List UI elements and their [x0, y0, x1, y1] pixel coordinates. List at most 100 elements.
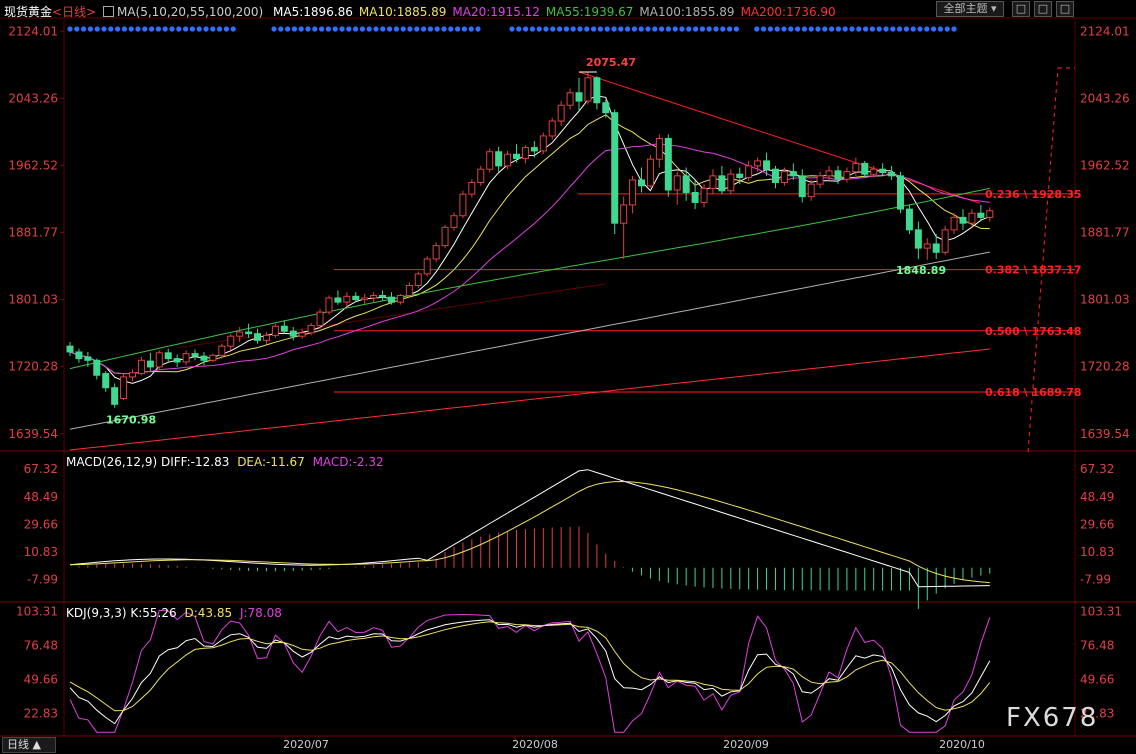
event-dot — [339, 26, 345, 32]
candle-body — [566, 92, 574, 106]
candle-body — [530, 147, 538, 152]
candle-body — [334, 297, 342, 303]
candle-body — [763, 160, 771, 170]
event-dot — [917, 26, 923, 32]
event-dot — [359, 26, 365, 32]
candle-body — [387, 296, 395, 303]
candle-body — [539, 135, 547, 152]
candle-body — [700, 187, 708, 203]
candle-body — [852, 162, 860, 173]
event-dot — [230, 26, 236, 32]
kdj-tick-left: 76.48 — [24, 638, 58, 652]
window-button-3[interactable]: □ — [1056, 1, 1074, 17]
candle-body — [905, 208, 913, 231]
kdj-label: KDJ(9,3,3) — [66, 606, 127, 620]
event-dot — [557, 26, 563, 32]
candle-body — [521, 147, 529, 159]
settings-icon[interactable] — [102, 6, 114, 17]
candle-body — [709, 175, 717, 189]
candle-body — [638, 179, 646, 187]
candle-body — [807, 183, 815, 198]
candle-body — [218, 345, 226, 356]
event-dot — [672, 26, 678, 32]
kdj-header: KDJ(9,3,3) K:55.26 D:43.85 J:78.08 — [66, 606, 282, 620]
price-tick-right: 1720.28 — [1080, 360, 1130, 374]
candle-body — [968, 212, 976, 224]
macd-tick-left: 29.66 — [24, 517, 58, 531]
candle-body — [84, 356, 92, 361]
candle-body — [396, 294, 404, 303]
candle-body — [629, 179, 637, 206]
event-dot — [312, 26, 318, 32]
event-dot — [128, 26, 134, 32]
macd-tick-left: -7.99 — [27, 572, 58, 586]
event-dot — [455, 26, 461, 32]
candle-body — [129, 372, 137, 378]
window-button-2[interactable]: □ — [1034, 1, 1052, 17]
ma-label: MA(5,10,20,55,100,200) — [116, 5, 264, 19]
kdj-d: D:43.85 — [184, 606, 233, 620]
candle-body — [182, 353, 190, 363]
event-dot — [101, 26, 107, 32]
period-label[interactable]: <日线> — [52, 5, 96, 19]
window-button-1[interactable]: □ — [1012, 1, 1030, 17]
price-tick-left: 2124.01 — [8, 24, 58, 38]
candle-body — [262, 334, 270, 341]
event-dot — [387, 26, 393, 32]
event-dot — [414, 26, 420, 32]
macd-tick-left: 48.49 — [24, 490, 58, 504]
event-dot — [332, 26, 338, 32]
event-dot — [176, 26, 182, 32]
candle-body — [325, 297, 333, 313]
event-dot — [631, 26, 638, 32]
candle-body — [718, 175, 726, 192]
macd-tick-right: 10.83 — [1080, 545, 1114, 559]
candle-body — [361, 297, 369, 301]
candle-body — [798, 175, 806, 198]
event-dot — [468, 26, 474, 32]
ma-value-5: MA200:1736.90 — [740, 5, 836, 19]
ma-value-4: MA100:1855.89 — [639, 5, 735, 19]
event-dot — [169, 26, 175, 32]
candle-body — [289, 330, 297, 337]
event-dot — [822, 26, 828, 32]
candles — [66, 72, 994, 408]
ma10-line — [69, 114, 990, 375]
price-tick-left: 1801.03 — [8, 293, 58, 307]
macd-dea-line — [69, 480, 990, 584]
event-dot — [808, 26, 814, 32]
candle-body — [441, 226, 449, 247]
event-dot — [645, 26, 651, 32]
candle-body — [932, 243, 940, 253]
macd-tick-right: 48.49 — [1080, 490, 1114, 504]
candle-body — [780, 171, 788, 183]
kdj-k-line — [69, 619, 991, 725]
candle-body — [611, 112, 619, 224]
candle-body — [405, 285, 413, 296]
low-label: 1670.98 — [106, 414, 156, 427]
event-dot — [366, 26, 372, 32]
event-dot — [863, 26, 869, 32]
candle-body — [423, 258, 431, 275]
event-dot — [761, 26, 767, 32]
candle-body — [593, 77, 601, 104]
price-tick-left: 2043.26 — [8, 91, 58, 105]
event-dot — [937, 26, 944, 32]
event-dot — [461, 26, 467, 32]
theme-button[interactable]: 全部主题 ▾ — [936, 1, 1004, 17]
event-dot — [910, 26, 916, 32]
event-dot — [720, 26, 726, 32]
event-dot — [713, 26, 719, 32]
kdj-k: K:55.26 — [130, 606, 177, 620]
candle-body — [66, 345, 74, 353]
event-dot — [155, 26, 161, 32]
macd-header: MACD(26,12,9) DIFF:-12.83 DEA:-11.67 MAC… — [66, 455, 384, 469]
event-dot — [570, 26, 576, 32]
event-dot — [407, 26, 413, 32]
kdj-tick-left: 49.66 — [24, 672, 58, 686]
candle-body — [316, 311, 324, 326]
candle-body — [271, 325, 279, 336]
period-toggle-button[interactable]: 日线 ▲ — [2, 737, 56, 753]
candle-body — [834, 170, 842, 180]
event-dot — [108, 26, 114, 32]
